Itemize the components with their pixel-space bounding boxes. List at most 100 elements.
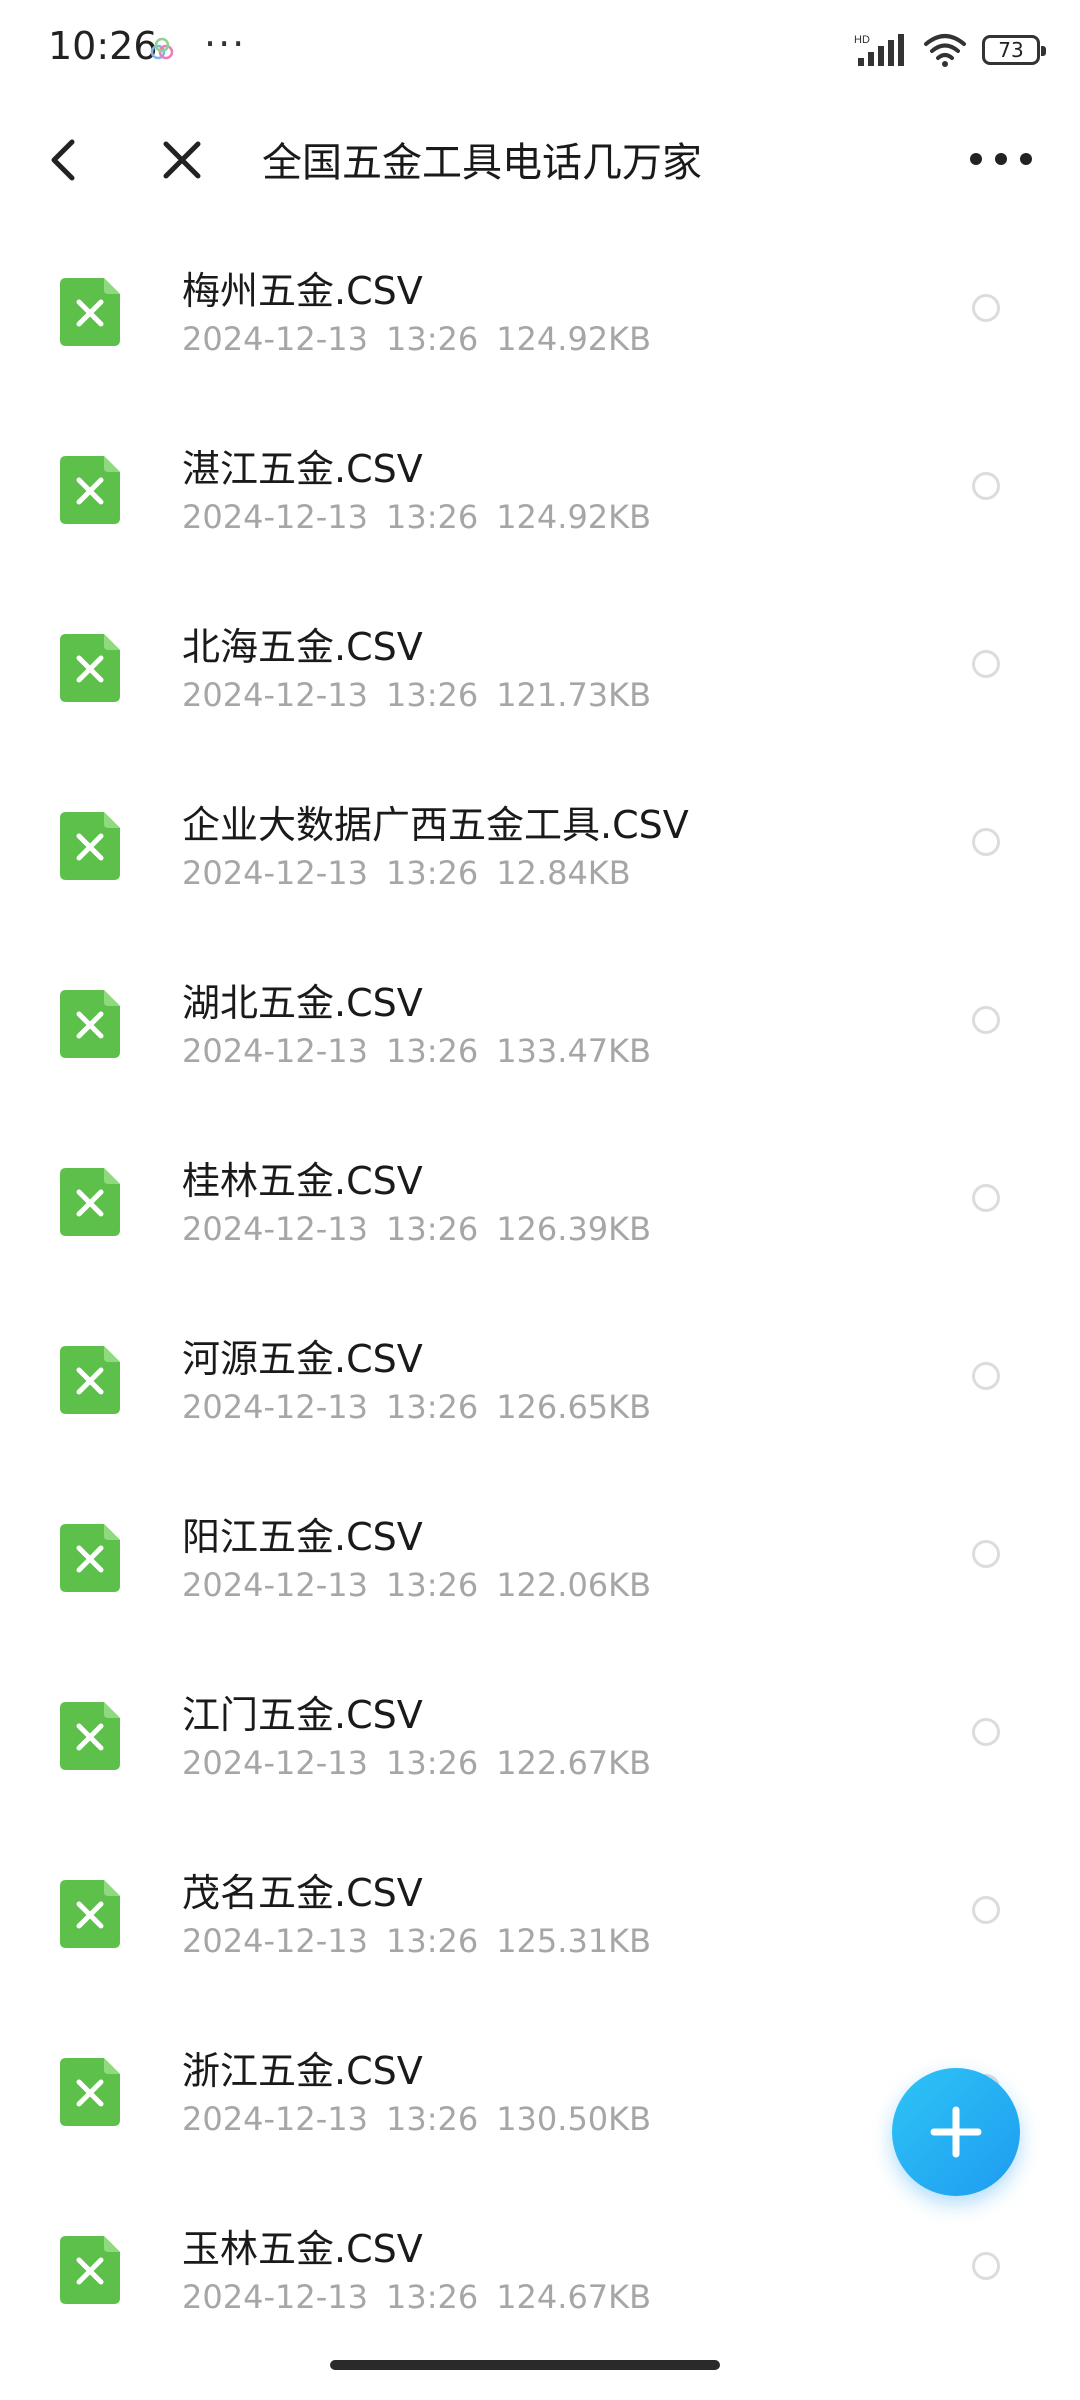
file-time: 13:26 [385, 1922, 479, 1960]
select-radio[interactable] [972, 294, 1000, 322]
network-label: HD [854, 34, 870, 46]
file-list-item[interactable]: 北海五金.CSV 2024-12-13 13:26 121.73KB [0, 582, 1080, 760]
file-size: 122.67KB [496, 1744, 652, 1782]
file-meta: 2024-12-13 13:26 126.39KB [182, 1210, 651, 1248]
file-size: 124.67KB [496, 2278, 652, 2316]
file-date: 2024-12-13 [182, 2100, 368, 2138]
file-meta: 2024-12-13 13:26 122.67KB [182, 1744, 651, 1782]
file-list-item[interactable]: 梅州五金.CSV 2024-12-13 13:26 124.92KB [0, 226, 1080, 404]
file-name: 阳江五金.CSV [182, 1515, 423, 1559]
select-radio[interactable] [972, 1184, 1000, 1212]
spreadsheet-file-icon [60, 634, 120, 702]
file-date: 2024-12-13 [182, 854, 368, 892]
spreadsheet-file-icon [60, 990, 120, 1058]
file-time: 13:26 [385, 676, 479, 714]
file-list-item[interactable]: 江门五金.CSV 2024-12-13 13:26 122.67KB [0, 1650, 1080, 1828]
file-name: 湛江五金.CSV [182, 447, 423, 491]
file-time: 13:26 [385, 498, 479, 536]
select-radio[interactable] [972, 1540, 1000, 1568]
file-meta: 2024-12-13 13:26 121.73KB [182, 676, 651, 714]
spreadsheet-file-icon [60, 456, 120, 524]
select-radio[interactable] [972, 472, 1000, 500]
file-size: 124.92KB [496, 320, 652, 358]
file-meta: 2024-12-13 13:26 124.92KB [182, 498, 651, 536]
file-name: 湖北五金.CSV [182, 981, 423, 1025]
file-name: 浙江五金.CSV [182, 2049, 423, 2093]
status-time: 10:26 [48, 24, 158, 68]
file-meta: 2024-12-13 13:26 125.31KB [182, 1922, 651, 1960]
spreadsheet-file-icon [60, 1880, 120, 1948]
status-indicators: HD 73 [854, 30, 1046, 70]
more-options-icon[interactable] [966, 144, 1036, 174]
file-list-item[interactable]: 茂名五金.CSV 2024-12-13 13:26 125.31KB [0, 1828, 1080, 2006]
file-name: 企业大数据广西五金工具.CSV [182, 803, 689, 847]
battery-indicator: 73 [982, 35, 1046, 65]
file-size: 133.47KB [496, 1032, 652, 1070]
file-size: 121.73KB [496, 676, 652, 714]
spreadsheet-file-icon [60, 1702, 120, 1770]
select-radio[interactable] [972, 1718, 1000, 1746]
file-meta: 2024-12-13 13:26 124.67KB [182, 2278, 651, 2316]
select-radio[interactable] [972, 1896, 1000, 1924]
app-header: 全国五金工具电话几万家 [0, 100, 1080, 220]
spreadsheet-file-icon [60, 2058, 120, 2126]
select-radio[interactable] [972, 1362, 1000, 1390]
file-size: 126.65KB [496, 1388, 652, 1426]
file-list-item[interactable]: 河源五金.CSV 2024-12-13 13:26 126.65KB [0, 1294, 1080, 1472]
file-date: 2024-12-13 [182, 320, 368, 358]
close-icon[interactable] [156, 134, 208, 186]
cellular-signal-icon: HD [854, 34, 904, 66]
select-radio[interactable] [972, 1006, 1000, 1034]
file-meta: 2024-12-13 13:26 133.47KB [182, 1032, 651, 1070]
file-name: 玉林五金.CSV [182, 2227, 423, 2271]
file-name: 河源五金.CSV [182, 1337, 423, 1381]
file-list-item[interactable]: 湖北五金.CSV 2024-12-13 13:26 133.47KB [0, 938, 1080, 1116]
file-time: 13:26 [385, 2100, 479, 2138]
spreadsheet-file-icon [60, 278, 120, 346]
spreadsheet-file-icon [60, 1524, 120, 1592]
add-button[interactable] [892, 2068, 1020, 2196]
file-time: 13:26 [385, 1566, 479, 1604]
spreadsheet-file-icon [60, 2236, 120, 2304]
file-list: 梅州五金.CSV 2024-12-13 13:26 124.92KB 湛江五金.… [0, 226, 1080, 2362]
file-list-item[interactable]: 湛江五金.CSV 2024-12-13 13:26 124.92KB [0, 404, 1080, 582]
select-radio[interactable] [972, 650, 1000, 678]
file-date: 2024-12-13 [182, 1032, 368, 1070]
file-meta: 2024-12-13 13:26 130.50KB [182, 2100, 651, 2138]
file-date: 2024-12-13 [182, 1744, 368, 1782]
file-list-item[interactable]: 玉林五金.CSV 2024-12-13 13:26 124.67KB [0, 2184, 1080, 2362]
file-size: 126.39KB [496, 1210, 652, 1248]
spreadsheet-file-icon [60, 1168, 120, 1236]
page-title: 全国五金工具电话几万家 [262, 140, 702, 186]
file-list-item[interactable]: 桂林五金.CSV 2024-12-13 13:26 126.39KB [0, 1116, 1080, 1294]
file-name: 茂名五金.CSV [182, 1871, 423, 1915]
file-date: 2024-12-13 [182, 1566, 368, 1604]
select-radio[interactable] [972, 828, 1000, 856]
file-meta: 2024-12-13 13:26 12.84KB [182, 854, 631, 892]
file-name: 桂林五金.CSV [182, 1159, 423, 1203]
file-name: 北海五金.CSV [182, 625, 423, 669]
file-time: 13:26 [385, 1744, 479, 1782]
status-more-dots: ··· [204, 22, 247, 66]
file-date: 2024-12-13 [182, 498, 368, 536]
back-arrow-icon[interactable] [40, 134, 88, 186]
file-time: 13:26 [385, 1032, 479, 1070]
file-meta: 2024-12-13 13:26 122.06KB [182, 1566, 651, 1604]
file-meta: 2024-12-13 13:26 124.92KB [182, 320, 651, 358]
spreadsheet-file-icon [60, 1346, 120, 1414]
file-list-item[interactable]: 企业大数据广西五金工具.CSV 2024-12-13 13:26 12.84KB [0, 760, 1080, 938]
spreadsheet-file-icon [60, 812, 120, 880]
battery-level: 73 [998, 38, 1024, 62]
file-date: 2024-12-13 [182, 1210, 368, 1248]
wifi-icon [924, 34, 966, 67]
file-size: 125.31KB [496, 1922, 652, 1960]
file-date: 2024-12-13 [182, 1388, 368, 1426]
select-radio[interactable] [972, 2252, 1000, 2280]
home-indicator[interactable] [330, 2360, 720, 2370]
status-bar: 10:26 ··· HD 73 [0, 0, 1080, 100]
file-time: 13:26 [385, 2278, 479, 2316]
app-notification-icon [150, 37, 174, 60]
file-time: 13:26 [385, 1210, 479, 1248]
file-list-item[interactable]: 阳江五金.CSV 2024-12-13 13:26 122.06KB [0, 1472, 1080, 1650]
file-size: 130.50KB [496, 2100, 652, 2138]
